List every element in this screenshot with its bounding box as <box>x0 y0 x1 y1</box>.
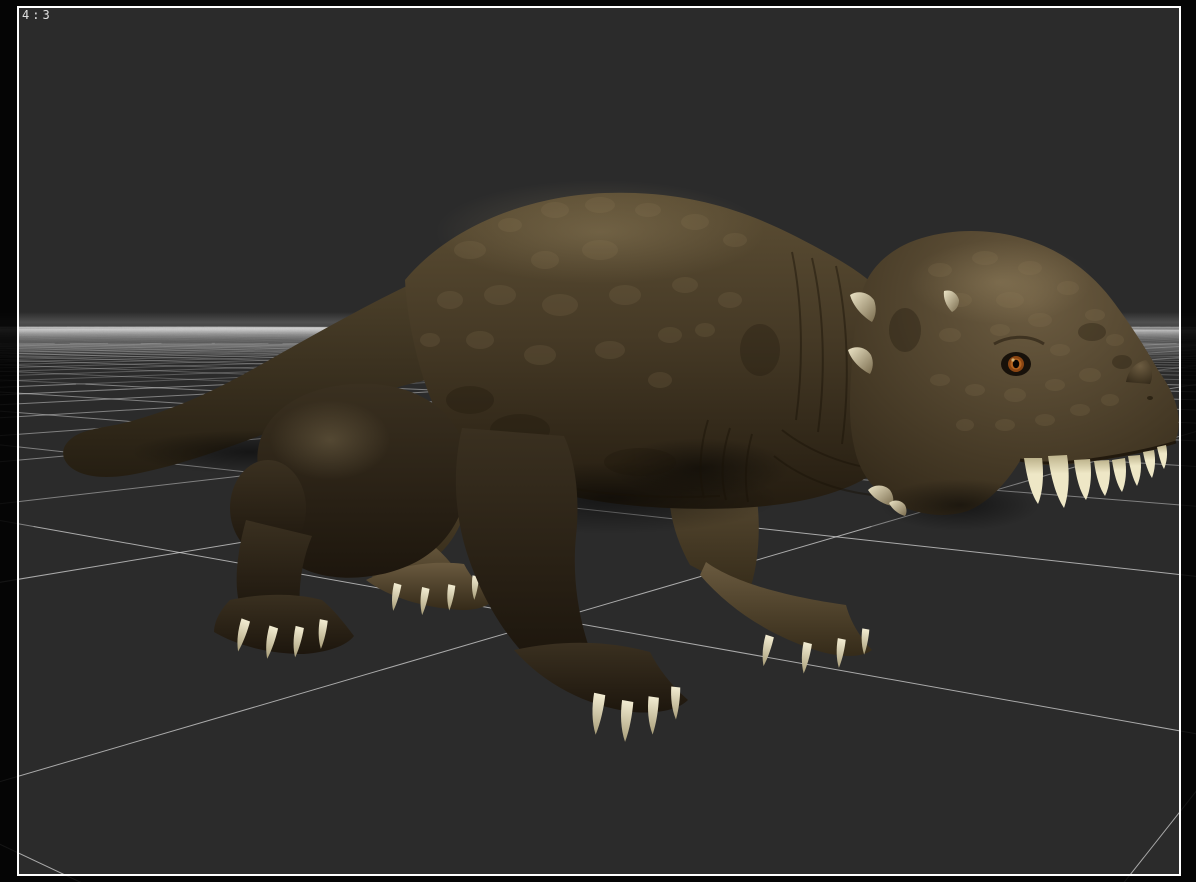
scene-canvas[interactable] <box>0 0 1196 882</box>
aspect-ratio-label: 4:3 <box>22 8 53 22</box>
viewport[interactable]: 4:3 <box>0 0 1196 882</box>
creature-model[interactable] <box>63 180 1179 743</box>
creature-head <box>850 231 1179 531</box>
creature-eye <box>1001 352 1031 376</box>
